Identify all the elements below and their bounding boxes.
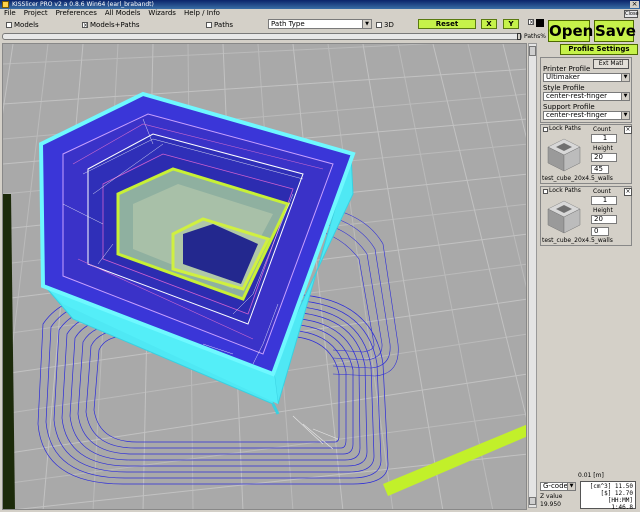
- style-profile-label: Style Profile: [543, 84, 585, 92]
- models-paths-checkbox[interactable]: × Models+Paths: [82, 18, 140, 31]
- save-button[interactable]: Save: [594, 20, 636, 42]
- stat-time: [HH:MM] 1:46.8: [607, 497, 633, 511]
- count-label-1: Count: [593, 126, 611, 133]
- menu-help-info[interactable]: Help / Info: [184, 9, 220, 18]
- profile-settings-button[interactable]: Profile Settings: [560, 44, 638, 55]
- height-label-2: Height: [593, 207, 613, 214]
- support-profile-select[interactable]: center-rest-finger ▼: [543, 111, 630, 120]
- view-toolbar: Models × Models+Paths Paths Path Type ▼ 3D…: [0, 18, 640, 31]
- paths-pct-checkbox[interactable]: ×: [528, 19, 534, 26]
- checkbox-icon: [543, 188, 548, 194]
- chevron-down-icon: ▼: [362, 20, 371, 28]
- count-label-2: Count: [593, 188, 611, 195]
- 3d-checkbox[interactable]: 3D: [376, 18, 394, 31]
- angle-input-1[interactable]: 45: [591, 165, 609, 174]
- count-stepper-2[interactable]: 1: [591, 196, 617, 205]
- stat-volume: [cm^3] 11.50: [589, 483, 633, 490]
- model-name-2: test_cube_20x4.5_walls: [542, 237, 613, 244]
- close-button[interactable]: Close: [624, 10, 639, 18]
- menu-preferences[interactable]: Preferences: [56, 9, 97, 18]
- height-label-1: Height: [593, 145, 613, 152]
- kisslicer-window: KISSlicer PRO v2 a 0.8.6 Win64 (earl_bra…: [0, 0, 640, 512]
- model-thumbnail-1[interactable]: [544, 133, 584, 173]
- layer-slider[interactable]: [2, 33, 522, 40]
- scroll-thumb-top[interactable]: [529, 46, 536, 56]
- angle-input-2[interactable]: 0: [591, 227, 609, 236]
- printer-profile-label: Printer Profile: [543, 65, 591, 73]
- lock-paths-checkbox-2[interactable]: Lock Paths: [543, 187, 581, 195]
- chevron-down-icon: ▼: [621, 93, 629, 100]
- checkbox-icon: [543, 126, 548, 132]
- open-button[interactable]: Open: [548, 20, 593, 42]
- models-checkbox[interactable]: Models: [6, 18, 39, 31]
- path-type-select[interactable]: Path Type ▼: [268, 19, 372, 29]
- app-icon: [2, 1, 9, 8]
- model-card-1: Lock Paths × Count 1 Height 20 45 test_c…: [540, 124, 632, 184]
- menu-file[interactable]: File: [4, 9, 16, 18]
- chevron-down-icon: ▼: [621, 74, 629, 81]
- remove-model-1-icon[interactable]: ×: [624, 126, 632, 134]
- title-bar: KISSlicer PRO v2 a 0.8.6 Win64 (earl_bra…: [0, 0, 640, 9]
- vertical-scrollbar[interactable]: [528, 43, 537, 508]
- print-stats: [cm^3] 11.50 [$] 12.70 [HH:MM] 1:46.8: [580, 481, 636, 511]
- ext-matl-button[interactable]: Ext Matl: [593, 59, 629, 69]
- zoom-value: 0.01 [m]: [578, 472, 604, 479]
- z-value-label: Z value: [540, 493, 563, 500]
- close-icon[interactable]: ×: [630, 1, 639, 8]
- window-title: KISSlicer PRO v2 a 0.8.6 Win64 (earl_bra…: [12, 1, 154, 8]
- checkbox-icon: [206, 21, 212, 28]
- scroll-thumb-bottom[interactable]: [529, 497, 536, 505]
- checkbox-checked-icon: ×: [82, 21, 89, 29]
- model-card-2: Lock Paths × Count 1 Height 20 0 test_cu…: [540, 186, 632, 246]
- style-profile-select[interactable]: center-rest-finger ▼: [543, 92, 630, 101]
- model-thumbnail-2[interactable]: [544, 195, 584, 235]
- height-input-2[interactable]: 20: [591, 215, 617, 224]
- support-profile-label: Support Profile: [543, 103, 595, 111]
- checkbox-icon: [6, 21, 12, 28]
- printer-profile-select[interactable]: Ultimaker ▼: [543, 73, 630, 82]
- y-button[interactable]: Y: [503, 19, 519, 29]
- slice-preview[interactable]: [3, 44, 527, 510]
- count-stepper-1[interactable]: 1: [591, 134, 617, 143]
- menu-all-models[interactable]: All Models: [105, 9, 141, 18]
- height-input-1[interactable]: 20: [591, 153, 617, 162]
- menu-bar: File Project Preferences All Models Wiza…: [0, 9, 640, 18]
- chevron-down-icon: ▼: [621, 112, 629, 119]
- chevron-down-icon: ▼: [567, 483, 575, 490]
- profiles-group: Ext Matl Printer Profile Ultimaker ▼ Styl…: [540, 57, 632, 123]
- lock-paths-checkbox-1[interactable]: Lock Paths: [543, 125, 581, 133]
- menu-project[interactable]: Project: [24, 9, 48, 18]
- z-value: 19.950: [540, 501, 561, 508]
- remove-model-2-icon[interactable]: ×: [624, 188, 632, 196]
- menu-wizards[interactable]: Wizards: [148, 9, 176, 18]
- slider-thumb[interactable]: [517, 33, 521, 40]
- model-name-1: test_cube_20x4.5_walls: [542, 175, 613, 182]
- side-panel: Profile Settings Ext Matl Printer Profil…: [540, 44, 640, 511]
- color-swatch[interactable]: [536, 19, 544, 27]
- x-button[interactable]: X: [481, 19, 497, 29]
- 3d-viewport[interactable]: [2, 43, 527, 510]
- paths-checkbox[interactable]: Paths: [206, 18, 233, 31]
- stat-cost: [$] 12.70: [600, 490, 633, 497]
- reset-button[interactable]: Reset: [418, 19, 476, 29]
- paths-pct-label: Paths%: [524, 33, 547, 40]
- gcode-select[interactable]: G-code ▼: [540, 482, 576, 491]
- checkbox-icon: [376, 21, 382, 28]
